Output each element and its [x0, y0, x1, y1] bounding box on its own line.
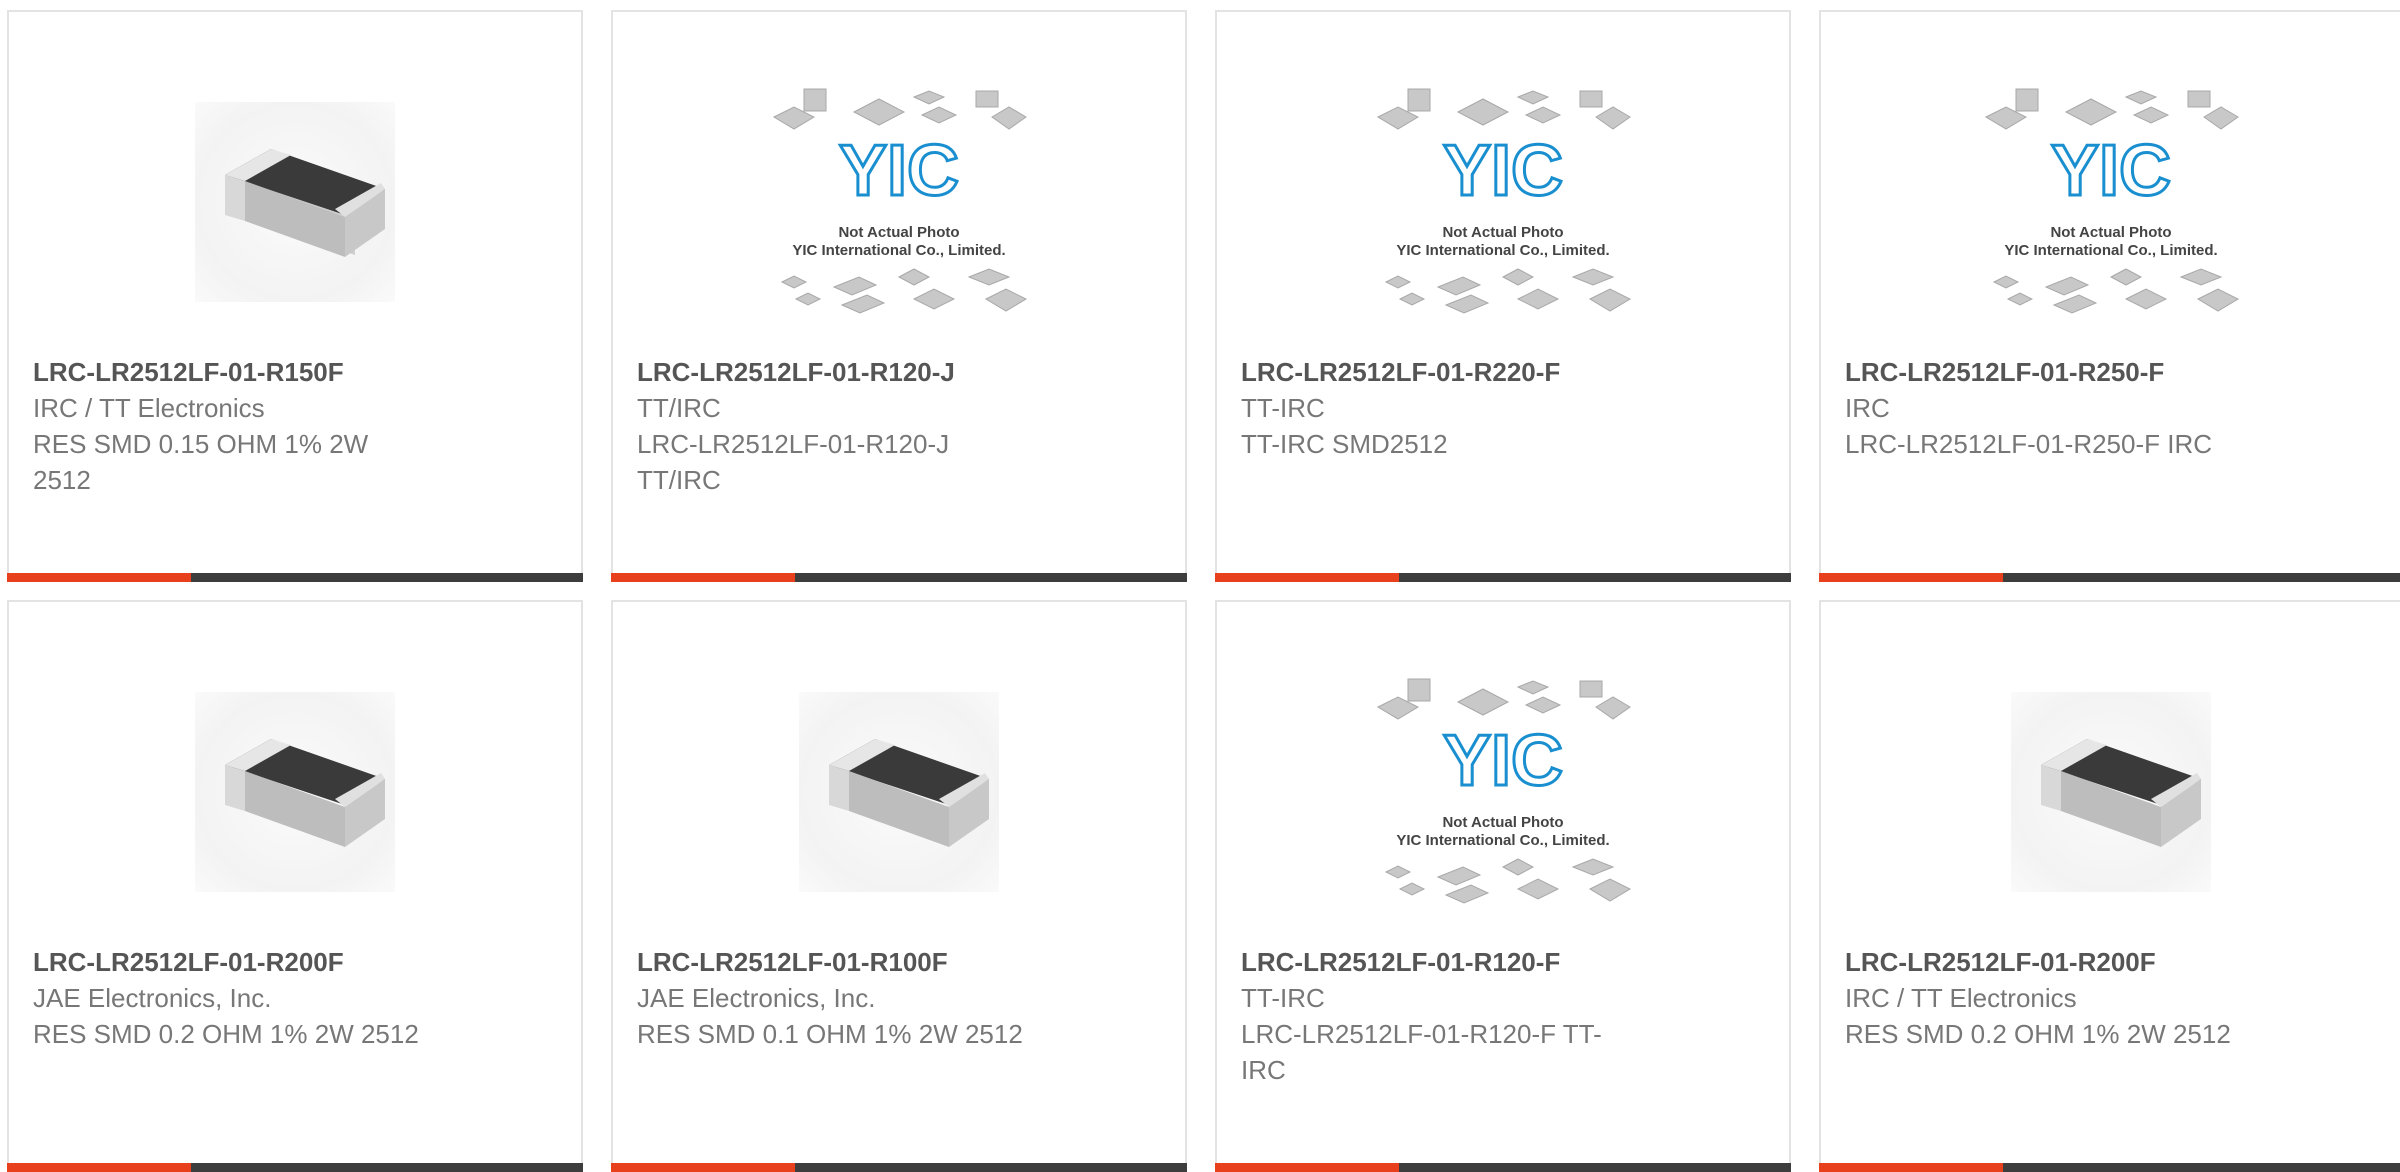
description-line: LRC-LR2512LF-01-R120-F TT-	[1241, 1019, 1602, 1049]
description-line: IRC	[1241, 1055, 1286, 1085]
company-label: YIC International Co., Limited.	[792, 242, 1005, 259]
chip-resistor-icon	[2040, 739, 2201, 847]
yic-placeholder-image: YIC Not Actual Photo YIC International C…	[1376, 88, 1632, 314]
company-label: YIC International Co., Limited.	[1396, 242, 1609, 259]
product-image[interactable]	[9, 52, 581, 352]
card-accent-bar	[7, 1163, 191, 1172]
chip-resistor-icon	[225, 149, 385, 257]
part-number[interactable]: LRC-LR2512LF-01-R120-J	[637, 354, 1057, 390]
manufacturer-name: JAE Electronics, Inc.	[33, 983, 272, 1013]
product-image[interactable]: YIC Not Actual Photo YIC International C…	[1821, 52, 2400, 352]
product-card[interactable]: LRC-LR2512LF-01-R200F JAE Electronics, I…	[7, 600, 583, 1172]
part-number[interactable]: LRC-LR2512LF-01-R150F	[33, 354, 453, 390]
card-footer-bar	[1215, 1163, 1791, 1172]
product-card[interactable]: LRC-LR2512LF-01-R150F IRC / TT Electroni…	[7, 10, 583, 582]
description-line: RES SMD 0.2 OHM 1% 2W 2512	[33, 1019, 419, 1049]
description-line: RES SMD 0.1 OHM 1% 2W 2512	[637, 1019, 1023, 1049]
yic-placeholder-image: YIC Not Actual Photo YIC International C…	[772, 88, 1028, 314]
description-line: LRC-LR2512LF-01-R120-J	[637, 429, 950, 459]
product-image[interactable]	[613, 642, 1185, 942]
not-actual-photo-label: Not Actual Photo	[2050, 224, 2171, 241]
product-card[interactable]: YIC Not Actual Photo YIC International C…	[1215, 600, 1791, 1172]
company-label: YIC International Co., Limited.	[2004, 242, 2217, 259]
chip-resistor-photo	[2010, 692, 2211, 892]
card-footer-bar	[611, 573, 1187, 582]
part-number[interactable]: LRC-LR2512LF-01-R200F	[33, 944, 453, 980]
card-footer-bar	[1215, 573, 1791, 582]
yic-placeholder-image: YIC Not Actual Photo YIC International C…	[1376, 678, 1632, 904]
product-card[interactable]: YIC Not Actual Photo YIC International C…	[611, 10, 1187, 582]
part-number[interactable]: LRC-LR2512LF-01-R200F	[1845, 944, 2265, 980]
yic-logo: YIC	[839, 131, 959, 211]
manufacturer-name: IRC / TT Electronics	[33, 393, 265, 423]
product-image[interactable]: YIC Not Actual Photo YIC International C…	[1217, 642, 1789, 942]
product-card[interactable]: LRC-LR2512LF-01-R200F IRC / TT Electroni…	[1819, 600, 2400, 1172]
yic-logo: YIC	[1443, 721, 1563, 801]
product-image[interactable]: YIC Not Actual Photo YIC International C…	[613, 52, 1185, 352]
card-accent-bar	[1819, 1163, 2003, 1172]
card-footer-bar	[7, 1163, 583, 1172]
product-image[interactable]	[1821, 642, 2400, 942]
part-number[interactable]: LRC-LR2512LF-01-R250-F	[1845, 354, 2265, 390]
description-line: RES SMD 0.2 OHM 1% 2W 2512	[1845, 1019, 2231, 1049]
card-footer-bar	[611, 1163, 1187, 1172]
product-card[interactable]: YIC Not Actual Photo YIC International C…	[1819, 10, 2400, 582]
manufacturer-name: IRC / TT Electronics	[1845, 983, 2077, 1013]
manufacturer-name: JAE Electronics, Inc.	[637, 983, 876, 1013]
product-card[interactable]: YIC Not Actual Photo YIC International C…	[1215, 10, 1791, 582]
part-number[interactable]: LRC-LR2512LF-01-R120-F	[1241, 944, 1661, 980]
not-actual-photo-label: Not Actual Photo	[1442, 814, 1563, 831]
card-accent-bar	[1215, 573, 1399, 582]
product-image[interactable]: YIC Not Actual Photo YIC International C…	[1217, 52, 1789, 352]
part-number[interactable]: LRC-LR2512LF-01-R100F	[637, 944, 1057, 980]
not-actual-photo-label: Not Actual Photo	[838, 224, 959, 241]
chip-resistor-photo	[799, 692, 999, 892]
card-accent-bar	[611, 573, 795, 582]
yic-logo: YIC	[1443, 131, 1563, 211]
description-line: 2512	[33, 465, 91, 495]
card-accent-bar	[611, 1163, 795, 1172]
yic-logo: YIC	[2050, 131, 2170, 211]
chip-resistor-icon	[829, 739, 989, 847]
description-line: TT-IRC SMD2512	[1241, 429, 1448, 459]
description-line: LRC-LR2512LF-01-R250-F IRC	[1845, 429, 2213, 459]
yic-placeholder-image: YIC Not Actual Photo YIC International C…	[1984, 88, 2239, 314]
card-footer-bar	[1819, 1163, 2400, 1172]
product-grid: LRC-LR2512LF-01-R150F IRC / TT Electroni…	[0, 0, 2400, 1172]
card-accent-bar	[1819, 573, 2003, 582]
description-line: TT/IRC	[637, 465, 721, 495]
card-accent-bar	[1215, 1163, 1399, 1172]
chip-resistor-icon	[225, 739, 385, 847]
manufacturer-name: TT-IRC	[1241, 983, 1325, 1013]
card-footer-bar	[1819, 573, 2400, 582]
company-label: YIC International Co., Limited.	[1396, 832, 1609, 849]
product-image[interactable]	[9, 642, 581, 942]
manufacturer-name: IRC	[1845, 393, 1890, 423]
chip-resistor-photo	[195, 692, 395, 892]
part-number[interactable]: LRC-LR2512LF-01-R220-F	[1241, 354, 1661, 390]
chip-resistor-photo	[195, 102, 395, 302]
manufacturer-name: TT-IRC	[1241, 393, 1325, 423]
not-actual-photo-label: Not Actual Photo	[1442, 224, 1563, 241]
manufacturer-name: TT/IRC	[637, 393, 721, 423]
product-card[interactable]: LRC-LR2512LF-01-R100F JAE Electronics, I…	[611, 600, 1187, 1172]
card-accent-bar	[7, 573, 191, 582]
card-footer-bar	[7, 573, 583, 582]
description-line: RES SMD 0.15 OHM 1% 2W	[33, 429, 369, 459]
